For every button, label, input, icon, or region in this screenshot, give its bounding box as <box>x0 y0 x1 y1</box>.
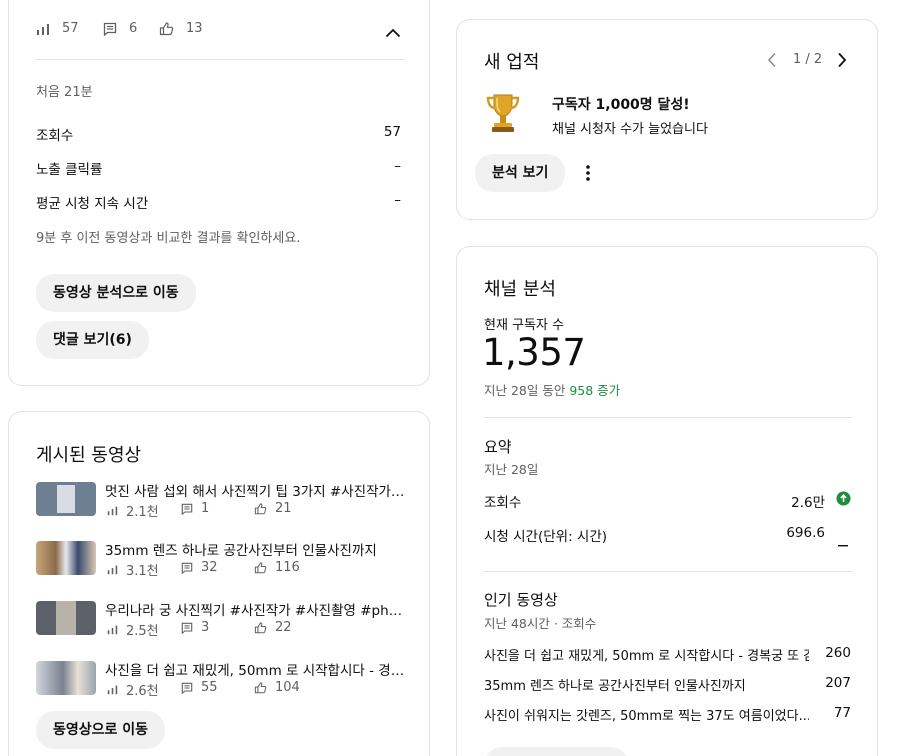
comments-stat: 6 <box>103 21 137 36</box>
summary-value-watchtime: 696.6 <box>786 525 825 541</box>
popular-title: 인기 동영상 <box>484 591 558 609</box>
section-title: 게시된 동영상 <box>36 445 142 466</box>
popular-video-views: 260 <box>825 645 851 661</box>
popular-video-title[interactable]: 35mm 렌즈 하나로 공간사진부터 인물사진까지 <box>484 675 809 694</box>
divider <box>36 59 404 60</box>
bar-chart-icon <box>107 624 118 635</box>
views-count: 57 <box>62 21 79 36</box>
summary-label-watchtime: 시청 시간(단위: 시간) <box>484 529 608 545</box>
video-thumbnail[interactable] <box>36 601 96 635</box>
subscribers-change: 지난 28일 동안 958 증가 <box>484 383 621 398</box>
video-views: 2.1천 <box>107 501 159 520</box>
subscriber-gain: 958 증가 <box>569 383 621 398</box>
comments-count: 6 <box>129 21 138 36</box>
partial-pill-button[interactable] <box>484 747 629 756</box>
video-title[interactable]: 사진을 더 쉽고 재밌게, 50mm 로 시작합시다 - 경복... <box>105 659 405 679</box>
bar-chart-icon <box>107 684 118 695</box>
chevron-left-icon <box>767 52 777 72</box>
likes-stat: 13 <box>159 21 203 36</box>
thumbs-up-icon <box>254 561 267 574</box>
comment-icon <box>103 22 117 36</box>
achievement-headline: 구독자 1,000명 달성! <box>552 97 690 113</box>
summary-period: 지난 28일 <box>484 462 539 477</box>
collapse-button[interactable] <box>385 23 401 42</box>
next-page-button[interactable] <box>837 52 847 72</box>
comment-icon <box>181 682 193 694</box>
page-indicator: 1 / 2 <box>793 52 823 67</box>
go-to-video-analytics-button[interactable]: 동영상 분석으로 이동 <box>36 274 196 312</box>
trophy-icon <box>485 92 521 138</box>
thumbs-up-icon <box>159 21 174 36</box>
comment-icon <box>181 562 193 574</box>
views-stat: 57 <box>36 21 79 36</box>
summary-value-views: 2.6만 <box>791 495 825 511</box>
chevron-up-icon <box>385 23 401 42</box>
achievement-title: 새 업적 <box>484 52 540 73</box>
achievement-subtext: 채널 시청자 수가 늘었습니다 <box>552 122 708 137</box>
video-likes: 116 <box>254 560 300 575</box>
video-views: 3.1천 <box>107 560 159 579</box>
thumbs-up-icon <box>254 502 267 515</box>
summary-label-views: 조회수 <box>484 495 522 511</box>
subscribers-count: 1,357 <box>482 331 586 374</box>
achievement-card: 새 업적 1 / 2 구독자 1,000명 달성! 채널 시청자 수가 늘었습니… <box>456 19 878 220</box>
video-likes: 22 <box>254 620 292 635</box>
channel-analytics-card: 채널 분석 현재 구독자 수 1,357 지난 28일 동안 958 증가 요약… <box>456 246 878 756</box>
video-likes: 21 <box>254 501 292 516</box>
video-comments: 55 <box>181 680 218 695</box>
video-thumbnail[interactable] <box>36 482 96 516</box>
view-analytics-button[interactable]: 분석 보기 <box>475 154 566 192</box>
video-comments: 3 <box>181 620 209 635</box>
arrow-up-icon <box>836 491 851 510</box>
chevron-right-icon <box>837 52 847 72</box>
metric-value-avd: – <box>394 192 401 208</box>
prev-page-button[interactable] <box>767 52 777 72</box>
video-stats-card: 57 6 13 처음 21분 조회수 57 노출 클릭률 – 평균 시청 지속 … <box>8 0 430 386</box>
metric-value-views: 57 <box>383 124 401 140</box>
more-options-button[interactable] <box>585 164 591 186</box>
divider <box>484 571 852 572</box>
popular-video-views: 207 <box>825 675 851 691</box>
summary-title: 요약 <box>484 438 512 456</box>
comment-icon <box>181 622 193 634</box>
metric-value-ctr: – <box>394 158 401 174</box>
video-comments: 32 <box>181 560 218 575</box>
popular-video-title[interactable]: 사진이 쉬워지는 갓렌즈, 50mm로 찍는 37도 여름이었다...... <box>484 705 809 724</box>
video-views: 2.5천 <box>107 620 159 639</box>
published-videos-card: 게시된 동영상 멋진 사람 섭외 해서 사진찍기 팁 3가지 #사진작가 #s.… <box>8 411 430 756</box>
video-thumbnail[interactable] <box>36 541 96 575</box>
video-title[interactable]: 우리나라 궁 사진찍기 #사진작가 #사진촬영 #photo... <box>105 599 405 619</box>
video-title[interactable]: 멋진 사람 섭외 해서 사진찍기 팁 3가지 #사진작가 #s... <box>105 480 405 500</box>
metric-label-ctr: 노출 클릭률 <box>36 162 103 178</box>
thumbs-up-icon <box>254 621 267 634</box>
bar-chart-icon <box>107 505 118 516</box>
video-views: 2.6천 <box>107 680 159 699</box>
bar-chart-icon <box>36 22 50 36</box>
view-comments-button[interactable]: 댓글 보기(6) <box>36 321 149 359</box>
dash-icon <box>838 532 848 551</box>
popular-video-title[interactable]: 사진을 더 쉽고 재밌게, 50mm 로 시작합시다 - 경복궁 또 감 <box>484 645 809 664</box>
metric-label-avd: 평균 시청 지속 시간 <box>36 196 149 212</box>
video-likes: 104 <box>254 680 300 695</box>
comparison-note: 9분 후 이전 동영상과 비교한 결과를 확인하세요. <box>36 231 301 246</box>
metric-label-views: 조회수 <box>36 128 74 144</box>
likes-count: 13 <box>186 21 203 36</box>
comment-icon <box>181 503 193 515</box>
popular-period: 지난 48시간 · 조회수 <box>484 616 597 631</box>
video-thumbnail[interactable] <box>36 661 96 695</box>
go-to-videos-button[interactable]: 동영상으로 이동 <box>36 711 166 749</box>
bar-chart-icon <box>107 564 118 575</box>
popular-video-views: 77 <box>833 705 851 721</box>
divider <box>484 417 852 418</box>
video-comments: 1 <box>181 501 209 516</box>
period-label: 처음 21분 <box>36 85 93 100</box>
video-title[interactable]: 35mm 렌즈 하나로 공간사진부터 인물사진까지 <box>105 539 405 559</box>
channel-analytics-title: 채널 분석 <box>484 279 556 300</box>
thumbs-up-icon <box>254 681 267 694</box>
more-vert-icon <box>585 165 591 186</box>
